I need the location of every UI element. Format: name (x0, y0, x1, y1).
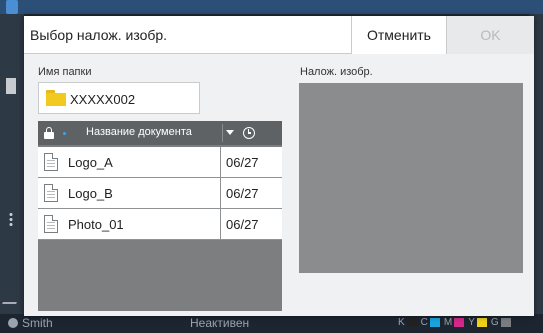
row-divider (220, 209, 221, 240)
lock-icon[interactable] (44, 127, 54, 139)
toner-c-bar (429, 318, 440, 327)
overlay-image-label: Налож. изобр. (300, 66, 373, 78)
header-divider (222, 124, 223, 142)
overlay-select-dialog: Выбор налож. изобр. Отменить OK Имя папк… (24, 16, 534, 316)
column-header-name[interactable]: Название документа (86, 126, 192, 138)
document-icon (44, 215, 58, 233)
folder-select-button[interactable]: XXXXX002 (38, 82, 200, 114)
document-icon (44, 153, 58, 171)
row-divider (220, 147, 221, 178)
document-icon (44, 184, 58, 202)
toner-c: C (421, 317, 440, 328)
background-app-icon (6, 0, 18, 14)
chevron-down-icon[interactable] (226, 130, 234, 135)
status-state: Неактивен (190, 316, 250, 330)
table-row[interactable]: Logo_B 06/27 (38, 178, 282, 209)
toner-k-bar (406, 318, 417, 327)
background-top-bar (0, 0, 543, 14)
toner-m: M (444, 317, 465, 328)
document-list-header: Название документа (38, 121, 282, 145)
document-date: 06/27 (226, 155, 259, 170)
toner-g-bar (500, 318, 511, 327)
toner-y: Y (468, 317, 487, 328)
folder-name: XXXXX002 (70, 92, 136, 107)
status-bar: Smith Неактивен K C M Y G (0, 314, 543, 333)
document-name: Logo_A (68, 155, 113, 170)
background-doc-icon (6, 78, 16, 94)
background-more-icon (9, 212, 13, 226)
document-date: 06/27 (226, 186, 259, 201)
sort-indicator-icon (63, 132, 66, 135)
table-row[interactable]: Photo_01 06/27 (38, 209, 282, 240)
dialog-title: Выбор налож. изобр. (30, 27, 168, 43)
status-user: Smith (22, 316, 53, 330)
toner-m-bar (454, 318, 465, 327)
clock-icon[interactable] (243, 127, 255, 139)
overlay-preview (299, 83, 523, 273)
cancel-button[interactable]: Отменить (351, 16, 446, 54)
toner-y-bar (476, 318, 487, 327)
folder-icon (46, 90, 66, 106)
toner-g: G (491, 317, 511, 328)
document-rows: Logo_A 06/27 Logo_B 06/27 Photo_01 06/27 (38, 147, 282, 240)
document-name: Logo_B (68, 186, 113, 201)
document-date: 06/27 (226, 217, 259, 232)
table-row[interactable]: Logo_A 06/27 (38, 147, 282, 178)
toner-k: K (398, 317, 417, 328)
row-divider (220, 178, 221, 209)
dialog-header: Выбор налож. изобр. Отменить OK (24, 16, 534, 54)
ok-button[interactable]: OK (446, 16, 534, 54)
user-icon (8, 318, 18, 328)
document-list: Название документа Logo_A 06/27 Logo_B 0… (38, 121, 282, 311)
document-name: Photo_01 (68, 217, 124, 232)
toner-levels: K C M Y G (398, 317, 511, 328)
folder-label: Имя папки (38, 66, 92, 78)
background-left-strip (0, 14, 24, 314)
